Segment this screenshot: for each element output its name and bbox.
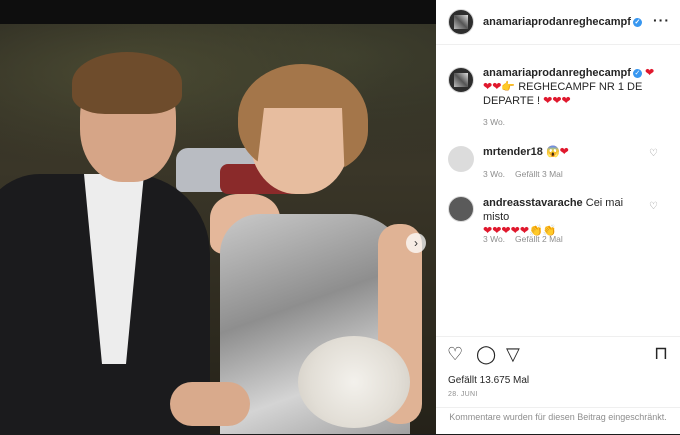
caption-time[interactable]: 3 Wo.: [483, 117, 505, 127]
post-caption: anamariaprodanreghecampf ✓ ❤ ❤❤👉 REGHECAM…: [483, 67, 655, 107]
post-modal: › anamariaprodanreghecampf ✓ ··· anamaria…: [0, 0, 680, 434]
comments-disabled-notice: Kommentare wurden für diesen Beitrag ein…: [436, 407, 680, 423]
chevron-right-icon[interactable]: ›: [406, 233, 426, 253]
post-photo[interactable]: ›: [0, 24, 436, 434]
heart-icon[interactable]: ♡: [447, 344, 463, 365]
post-header: anamariaprodanreghecampf ✓ ···: [436, 0, 680, 45]
comment-avatar[interactable]: [448, 196, 474, 222]
comment-1-meta: 3 Wo. Gefällt 3 Mal: [483, 169, 563, 179]
share-icon[interactable]: ▽: [506, 344, 520, 365]
comment-avatar[interactable]: [448, 146, 474, 172]
comment-like-icon[interactable]: ♡: [649, 201, 658, 212]
bookmark-icon[interactable]: ⊓: [654, 343, 668, 364]
comment-like-icon[interactable]: ♡: [649, 148, 658, 159]
post-author[interactable]: anamariaprodanreghecampf ✓: [483, 16, 642, 28]
like-count[interactable]: Gefällt 13.675 Mal: [448, 375, 529, 386]
post-actions: ♡ ◯ ▽ ⊓ Gefällt 13.675 Mal 28. JUNI Komm…: [436, 336, 680, 435]
comment-icon[interactable]: ◯: [476, 344, 496, 365]
caption-avatar[interactable]: [448, 67, 474, 93]
post-side-panel: anamariaprodanreghecampf ✓ ··· anamariapr…: [436, 0, 680, 434]
comment-2-meta: 3 Wo. Gefällt 2 Mal: [483, 234, 563, 244]
comment-1: mrtender18 😱❤: [483, 146, 569, 158]
comment-2: andreasstavarache Cei mai misto ❤❤❤❤❤👏👏: [483, 197, 624, 237]
more-options-icon[interactable]: ···: [653, 12, 670, 28]
verified-badge-icon: ✓: [632, 18, 642, 27]
avatar[interactable]: [448, 9, 474, 35]
post-date: 28. JUNI: [448, 391, 478, 398]
